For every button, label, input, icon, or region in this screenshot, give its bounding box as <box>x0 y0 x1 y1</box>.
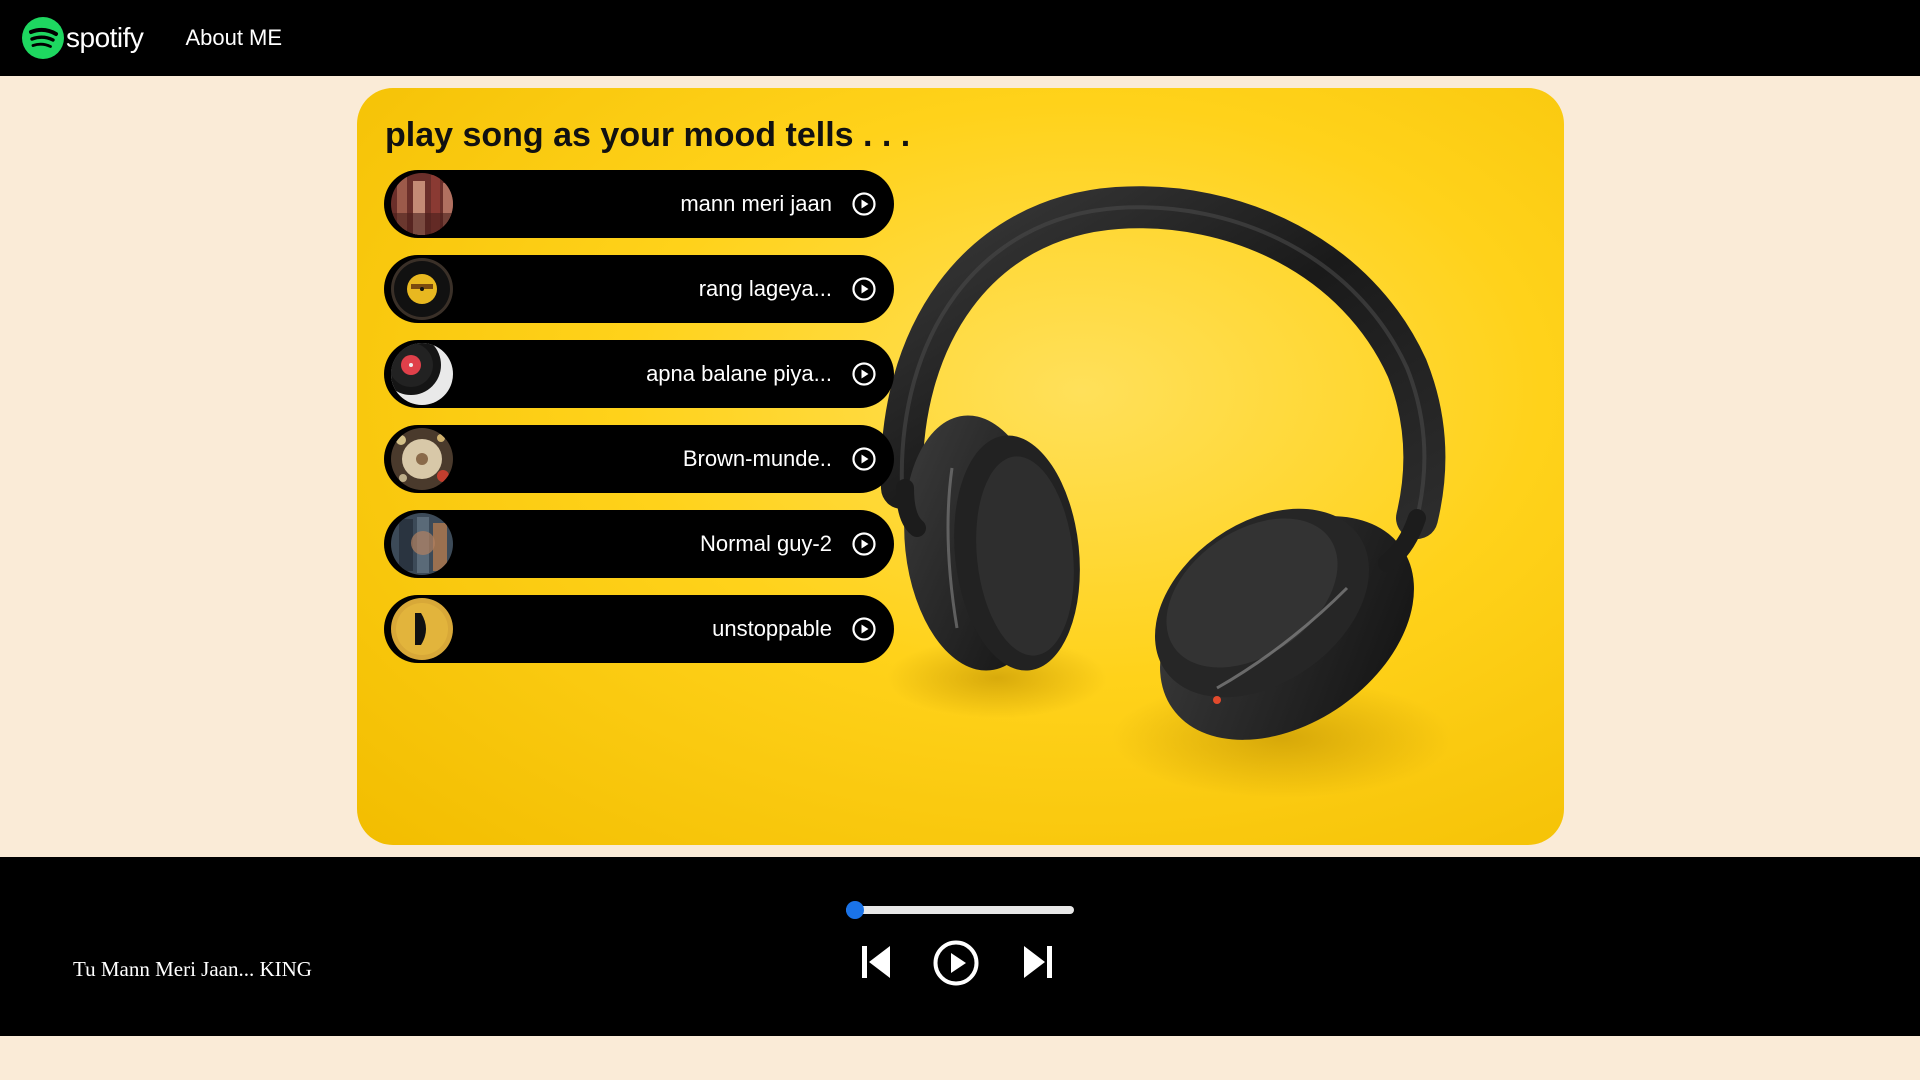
play-icon[interactable] <box>852 362 876 386</box>
brand-name: spotify <box>66 22 144 53</box>
song-item[interactable]: apna balane piya... <box>384 340 894 408</box>
song-item[interactable]: Brown-munde.. <box>384 425 894 493</box>
song-title: apna balane piya... <box>646 361 832 386</box>
song-title: rang lageya... <box>698 276 832 301</box>
play-icon[interactable] <box>932 939 980 987</box>
spotify-icon <box>22 17 64 59</box>
song-title: mann meri jaan <box>680 191 832 216</box>
song-item[interactable]: mann meri jaan <box>384 170 894 238</box>
play-icon[interactable] <box>852 532 876 556</box>
play-icon[interactable] <box>852 617 876 641</box>
brand-logo[interactable]: spotify <box>22 17 144 59</box>
song-title: Brown-munde.. <box>682 446 832 471</box>
song-list: mann meri jaan rang lageya... apna balan… <box>384 170 894 680</box>
song-cover-image <box>391 598 453 660</box>
progress-knob[interactable] <box>846 901 864 919</box>
page-title: play song as your mood tells . . . <box>385 116 911 154</box>
play-icon[interactable] <box>852 277 876 301</box>
nav-link-about[interactable]: About ME <box>185 25 282 51</box>
song-card: play song as your mood tells . . . mann … <box>357 88 1564 845</box>
previous-icon[interactable] <box>860 942 894 982</box>
play-icon[interactable] <box>852 447 876 471</box>
song-item[interactable]: unstoppable <box>384 595 894 663</box>
now-playing-title: Tu Mann Meri Jaan... KING <box>73 957 312 981</box>
navbar: spotify About ME <box>0 0 1920 76</box>
song-cover-image <box>391 343 453 405</box>
song-cover-image <box>391 428 453 490</box>
song-cover-image <box>391 258 453 320</box>
progress-slider[interactable] <box>846 901 1074 919</box>
song-cover-image <box>391 513 453 575</box>
song-cover-image <box>391 173 453 235</box>
progress-track[interactable] <box>846 906 1074 914</box>
play-icon[interactable] <box>852 192 876 216</box>
next-icon[interactable] <box>1020 942 1054 982</box>
song-title: Normal guy-2 <box>699 531 832 556</box>
song-item[interactable]: rang lageya... <box>384 255 894 323</box>
song-item[interactable]: Normal guy-2 <box>384 510 894 578</box>
player-bar: Tu Mann Meri Jaan... KING <box>0 857 1920 1036</box>
song-title: unstoppable <box>712 616 832 641</box>
